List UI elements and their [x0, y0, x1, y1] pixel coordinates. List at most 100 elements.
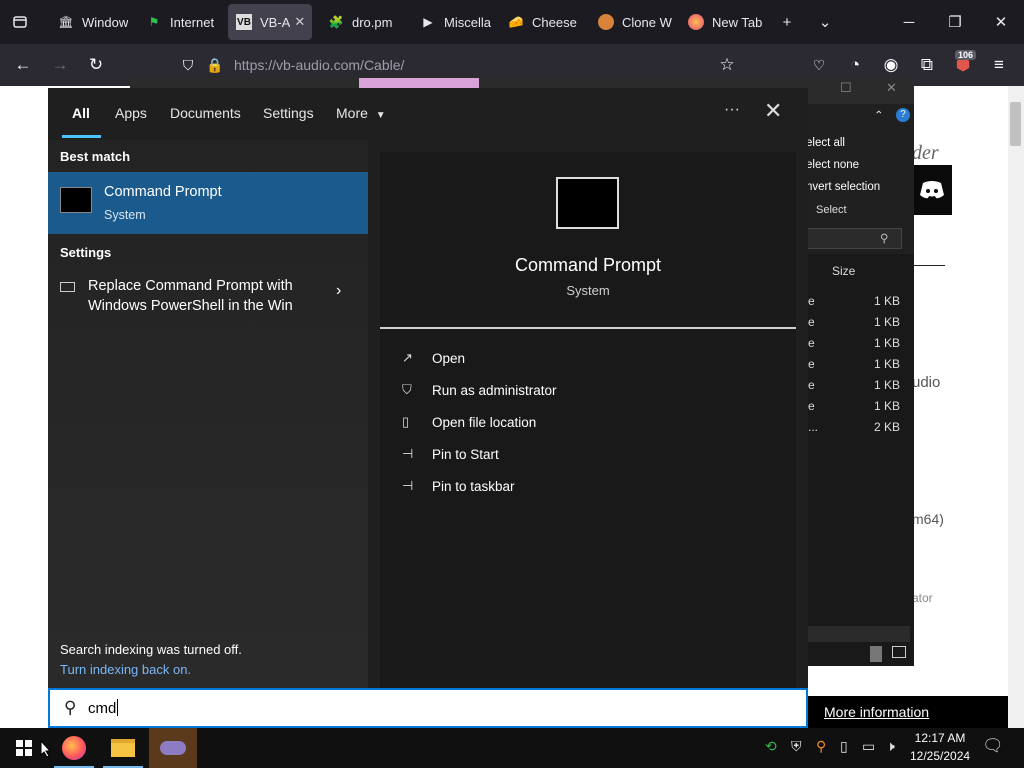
browser-tab-bar: 🏛 Window ⚑ Internet VB VB-A ✕ 🧩 dro.pm ▶…: [0, 0, 1024, 44]
table-row[interactable]: e1 KB: [806, 353, 902, 374]
close-icon[interactable]: ✕: [764, 98, 782, 124]
shield-icon[interactable]: ⛉: [175, 52, 201, 78]
settings-result[interactable]: Replace Command Prompt with Windows Powe…: [48, 274, 368, 318]
table-row[interactable]: ... 2 KB: [806, 416, 902, 437]
select-none-item[interactable]: elect none: [806, 159, 859, 171]
reload-button[interactable]: ↻: [83, 52, 109, 78]
table-row[interactable]: e1 KB: [806, 332, 902, 353]
tab-all[interactable]: All: [72, 105, 90, 121]
search-icon: ⚲: [64, 698, 77, 717]
lock-icon[interactable]: 🔒: [202, 52, 228, 78]
browser-tab[interactable]: 🏛 Window: [48, 4, 132, 40]
browser-tab[interactable]: 🧩 dro.pm: [318, 4, 402, 40]
network-icon[interactable]: ▭: [862, 738, 875, 755]
divider: [912, 265, 945, 266]
folder-icon: [111, 739, 135, 757]
table-row[interactable]: e1 KB: [806, 290, 902, 311]
clock-time[interactable]: 12:17 AM: [910, 731, 970, 745]
close-tab-icon[interactable]: ✕: [294, 14, 305, 30]
flag-icon: ⚑: [148, 15, 160, 29]
browser-tab[interactable]: New Tab: [678, 4, 768, 40]
tab-apps[interactable]: Apps: [115, 105, 147, 121]
action-run-as-admin[interactable]: ⛉ Run as administrator: [402, 378, 557, 402]
maximize-button[interactable]: ☐: [840, 80, 852, 96]
explorer-hscrollbar[interactable]: [806, 626, 910, 642]
table-row[interactable]: e1 KB: [806, 395, 902, 416]
file-location-icon: ▯: [402, 414, 410, 429]
usb-icon[interactable]: ▯: [840, 738, 848, 755]
extension-icon[interactable]: ◔: [842, 52, 868, 78]
action-open-file-location[interactable]: ▯ Open file location: [402, 410, 536, 434]
best-match-heading: Best match: [60, 149, 131, 164]
network-monitor-icon[interactable]: ⟲: [765, 738, 777, 755]
play-icon: ▶: [423, 15, 433, 29]
discord-icon[interactable]: [912, 165, 952, 215]
security-icon[interactable]: ⛨: [791, 738, 802, 755]
command-prompt-icon: [556, 177, 619, 229]
tab-list-icon[interactable]: [0, 0, 40, 44]
select-group-label: Select: [816, 204, 847, 216]
start-search-panel: All Apps Documents Settings More ▼ ··· ✕…: [48, 88, 808, 688]
action-pin-to-start[interactable]: ⊣ Pin to Start: [402, 442, 499, 466]
chevron-right-icon[interactable]: ›: [336, 282, 341, 300]
browser-tab[interactable]: ⚑ Internet: [136, 4, 220, 40]
forward-button[interactable]: →: [47, 52, 73, 78]
table-row[interactable]: e1 KB: [806, 374, 902, 395]
browser-tab[interactable]: ▶ Miscella: [410, 4, 494, 40]
browser-tab[interactable]: 🧀 Cheese: [498, 4, 582, 40]
close-window-button[interactable]: ✕: [886, 80, 897, 96]
page-scrollbar[interactable]: [1008, 86, 1024, 728]
tab-documents[interactable]: Documents: [170, 105, 241, 121]
vb-icon: VB: [236, 14, 252, 30]
detail-title: Command Prompt: [514, 255, 662, 275]
volume-muted-icon[interactable]: 🕨: [886, 738, 895, 755]
search-tray-icon[interactable]: ⚲: [816, 738, 826, 755]
detail-subtitle: System: [566, 283, 610, 298]
invert-selection-item[interactable]: nvert selection: [806, 181, 880, 193]
tab-more[interactable]: More ▼: [336, 105, 386, 121]
chevron-up-icon[interactable]: ⌃: [874, 108, 884, 122]
bookmark-star-icon[interactable]: ☆: [714, 52, 740, 78]
cheese-icon: 🧀: [508, 15, 524, 29]
browser-tab-active[interactable]: VB VB-A ✕: [228, 4, 312, 40]
close-window-button[interactable]: ✕: [978, 0, 1024, 44]
extensions-puzzle-icon[interactable]: ⧉: [914, 52, 940, 78]
search-input[interactable]: cmd: [88, 699, 119, 717]
account-icon[interactable]: ◉: [878, 52, 904, 78]
page-scrollbar-thumb[interactable]: [1010, 102, 1021, 146]
chevron-down-icon[interactable]: ⌄: [802, 0, 848, 44]
turn-indexing-on-link[interactable]: Turn indexing back on.: [60, 662, 191, 677]
taskbar-search-box[interactable]: ⚲ cmd: [48, 688, 808, 728]
more-options-icon[interactable]: ···: [724, 101, 740, 119]
table-row[interactable]: e1 KB: [806, 311, 902, 332]
search-icon: ⚲: [880, 233, 889, 245]
tab-settings[interactable]: Settings: [263, 105, 314, 121]
app-icon: [160, 741, 186, 755]
active-tab-indicator: [62, 135, 101, 138]
minimize-button[interactable]: ─: [886, 0, 932, 44]
firefox-taskbar-button[interactable]: [50, 728, 98, 768]
size-column-header[interactable]: Size: [832, 264, 855, 278]
column-header: [806, 254, 910, 286]
restore-button[interactable]: ❐: [932, 0, 978, 44]
file-explorer-taskbar-button[interactable]: [99, 728, 147, 768]
details-view-icon[interactable]: [870, 646, 882, 662]
page-text-fragment: der: [912, 142, 939, 164]
more-information-link[interactable]: More information: [824, 704, 929, 720]
notifications-icon[interactable]: 🗨: [982, 736, 1004, 756]
back-button[interactable]: ←: [10, 52, 36, 78]
action-pin-to-taskbar[interactable]: ⊣ Pin to taskbar: [402, 474, 515, 498]
clock-date[interactable]: 12/25/2024: [910, 749, 970, 763]
browser-tab[interactable]: Clone W: [588, 4, 672, 40]
thumbnail-view-icon[interactable]: [892, 646, 906, 658]
menu-icon[interactable]: ≡: [986, 52, 1012, 78]
app-taskbar-button[interactable]: [149, 728, 197, 768]
firefox-icon: [62, 736, 86, 760]
select-all-item[interactable]: elect all: [806, 137, 845, 149]
action-open[interactable]: ↗ Open: [402, 346, 465, 370]
url-bar[interactable]: https://vb-audio.com/Cable/: [234, 57, 404, 73]
pocket-icon[interactable]: ♡: [806, 52, 832, 78]
help-icon[interactable]: ?: [896, 108, 910, 122]
best-match-result[interactable]: Command Prompt System: [48, 172, 368, 234]
library-icon: 🏛: [58, 15, 74, 29]
